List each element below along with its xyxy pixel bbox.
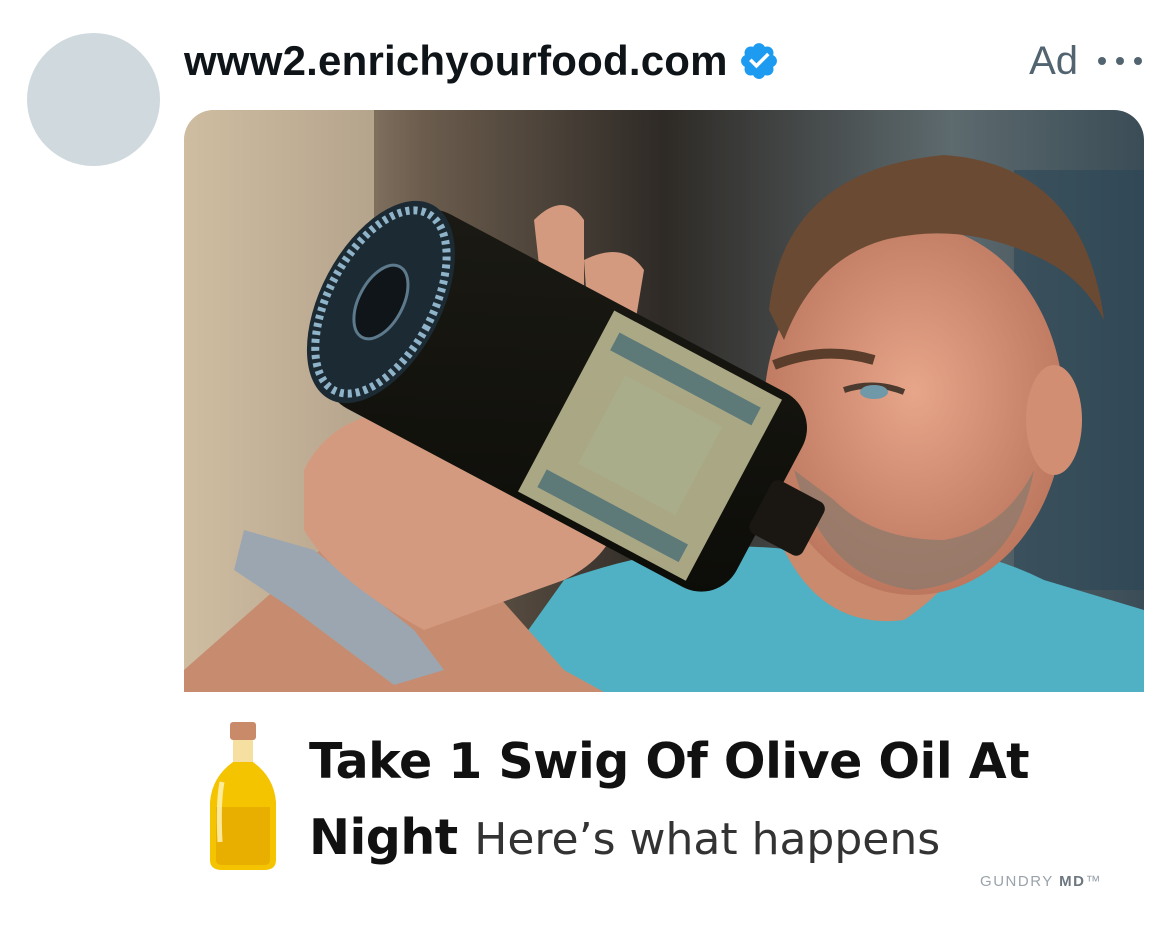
ad-headline[interactable]: Take 1 Swig Of Olive Oil At Night Here’s… bbox=[309, 724, 1139, 878]
verified-badge-icon bbox=[740, 43, 777, 79]
brand-trademark: ™ bbox=[1085, 873, 1102, 890]
account-handle[interactable]: www2.enrichyourfood.com bbox=[184, 37, 728, 85]
olive-oil-bottle-icon bbox=[210, 722, 276, 870]
brand-logo: GUNDRY MD™ bbox=[980, 873, 1102, 890]
ad-caption: Take 1 Swig Of Olive Oil At Night Here’s… bbox=[184, 692, 1144, 900]
ad-photo[interactable] bbox=[184, 110, 1144, 692]
headline-sub: Here’s what happens bbox=[474, 814, 941, 865]
more-options-icon[interactable] bbox=[1094, 51, 1146, 71]
ad-card[interactable]: Take 1 Swig Of Olive Oil At Night Here’s… bbox=[184, 110, 1144, 900]
brand-name: GUNDRY bbox=[980, 873, 1054, 890]
tweet-header: www2.enrichyourfood.com Ad bbox=[184, 36, 1146, 86]
ad-label: Ad bbox=[1029, 38, 1078, 83]
avatar[interactable] bbox=[27, 33, 160, 166]
promoted-tweet[interactable]: www2.enrichyourfood.com Ad Take 1 Swig O… bbox=[0, 0, 1170, 936]
brand-suffix: MD bbox=[1059, 873, 1086, 890]
